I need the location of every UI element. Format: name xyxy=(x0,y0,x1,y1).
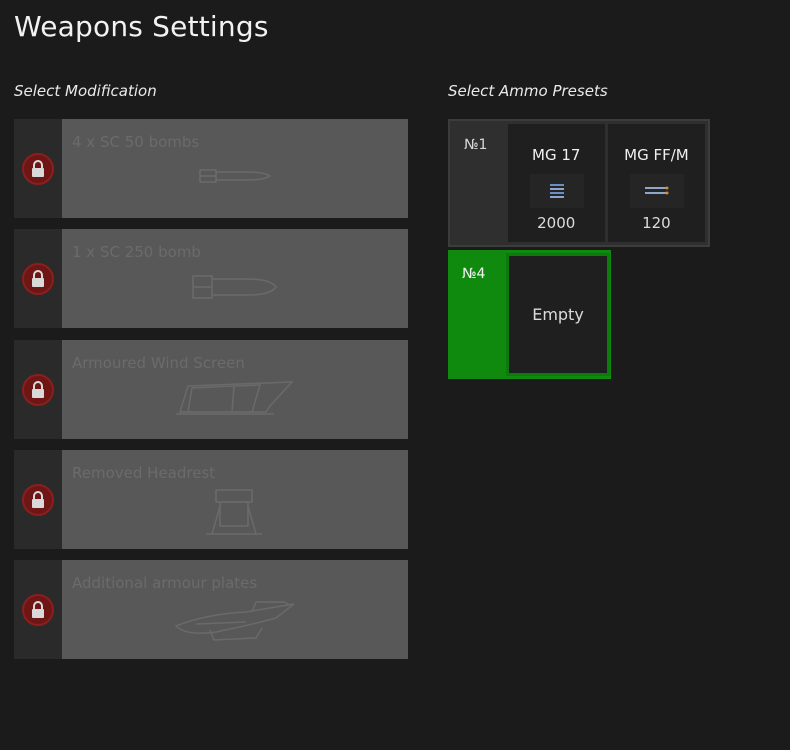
modification-name: Removed Headrest xyxy=(72,464,216,482)
modification-name: Armoured Wind Screen xyxy=(72,354,245,372)
modification-item-windscreen[interactable]: Armoured Wind Screen xyxy=(14,340,408,439)
lock-column xyxy=(14,229,62,328)
modification-list: 4 x SC 50 bombs 1 x SC 250 bomb Armoured… xyxy=(14,119,408,670)
headrest-icon xyxy=(206,489,262,535)
lock-icon xyxy=(22,483,54,516)
lock-icon xyxy=(22,373,54,406)
page-title: Weapons Settings xyxy=(14,10,269,43)
modification-card: 4 x SC 50 bombs xyxy=(62,119,408,218)
lock-column xyxy=(14,450,62,549)
windscreen-icon xyxy=(176,381,294,415)
modification-item-headrest[interactable]: Removed Headrest xyxy=(14,450,408,549)
ammo-belt-icon xyxy=(629,174,684,208)
modifications-label: Select Modification xyxy=(14,82,157,100)
modification-card: Additional armour plates xyxy=(62,560,408,659)
bomb-icon xyxy=(199,169,272,183)
armour-plates-icon xyxy=(174,601,295,641)
lock-column xyxy=(14,119,62,218)
modification-item-sc50[interactable]: 4 x SC 50 bombs xyxy=(14,119,408,218)
ammo-count: 120 xyxy=(642,214,671,232)
lock-icon xyxy=(22,262,54,295)
lock-column xyxy=(14,560,62,659)
modification-item-armour-plates[interactable]: Additional armour plates xyxy=(14,560,408,659)
modification-name: Additional armour plates xyxy=(72,574,258,592)
bomb-icon xyxy=(192,275,277,299)
ammo-name: MG FF/M xyxy=(624,146,689,164)
lock-icon xyxy=(22,593,54,626)
lock-column xyxy=(14,340,62,439)
modification-name: 4 x SC 50 bombs xyxy=(72,133,200,151)
ammo-presets-label: Select Ammo Presets xyxy=(448,82,608,100)
preset-number: №4 xyxy=(462,266,486,282)
ammo-name: MG 17 xyxy=(532,146,581,164)
modification-card: 1 x SC 250 bomb xyxy=(62,229,408,328)
modification-name: 1 x SC 250 bomb xyxy=(72,243,201,261)
ammo-slot-mgffm[interactable]: MG FF/M 120 xyxy=(607,124,706,242)
modification-item-sc250[interactable]: 1 x SC 250 bomb xyxy=(14,229,408,328)
lock-icon xyxy=(22,152,54,185)
ammo-preset-1[interactable]: №1 MG 17 2000 MG FF/M 120 xyxy=(448,119,710,247)
ammo-slot-mg17[interactable]: MG 17 2000 xyxy=(507,124,605,242)
preset-number: №1 xyxy=(464,137,488,153)
ammo-belt-icon xyxy=(529,174,584,208)
ammo-presets-panel: №1 MG 17 2000 MG FF/M 120 №4 Empty xyxy=(448,119,710,379)
ammo-count: 2000 xyxy=(537,214,576,232)
ammo-slot-empty[interactable]: Empty xyxy=(506,253,610,376)
modification-card: Removed Headrest xyxy=(62,450,408,549)
ammo-preset-4[interactable]: №4 Empty xyxy=(448,250,611,379)
modification-card: Armoured Wind Screen xyxy=(62,340,408,439)
